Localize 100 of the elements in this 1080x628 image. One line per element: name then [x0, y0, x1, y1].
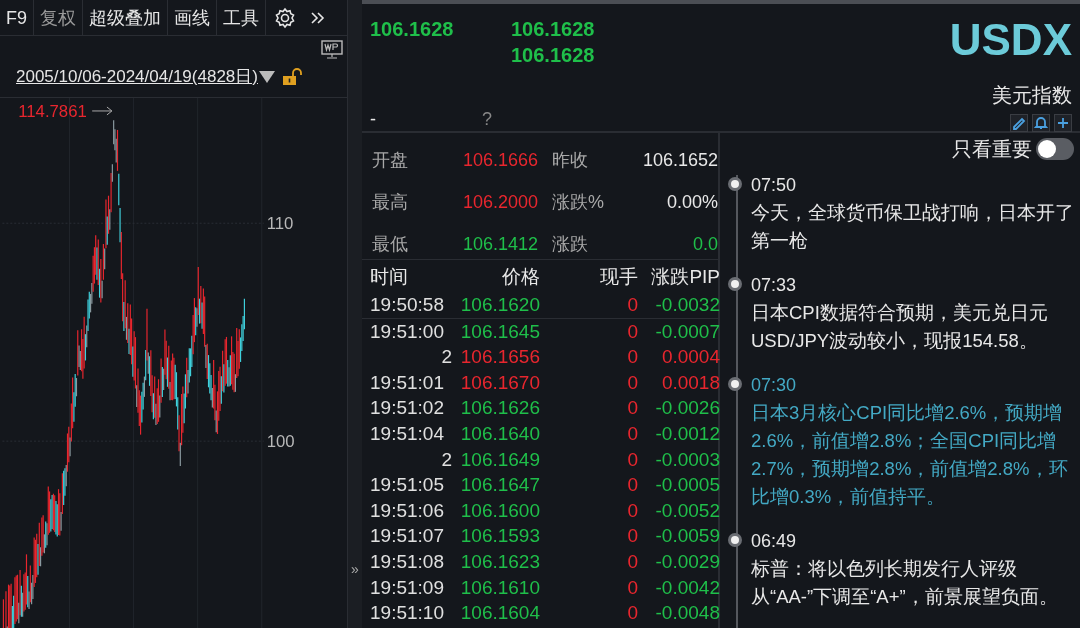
table-cell-text: 0	[626, 549, 638, 574]
table-cell-text: -0.0048	[654, 601, 720, 626]
lock-icon[interactable]	[281, 67, 302, 86]
stat-label: 开盘	[372, 149, 409, 172]
stat-label: 涨跌	[552, 233, 589, 256]
table-cell-text: 19:51:04	[370, 421, 445, 446]
timeline-dot	[728, 533, 742, 547]
table-cell-text: 106.1626	[459, 396, 540, 421]
table-cell-text: 19:51:00	[370, 319, 445, 344]
edit-icon[interactable]	[1010, 114, 1028, 132]
toolbar-button[interactable]: F9	[0, 0, 34, 36]
axis-label: 100	[266, 431, 295, 451]
axis-label: 110	[266, 213, 294, 233]
column-header: 现手	[599, 265, 638, 289]
table-cell-text: 0.0018	[660, 370, 720, 395]
stat-value: 106.1412	[461, 233, 539, 256]
stat-value: 0.00%	[665, 191, 719, 214]
table-cell-text: 0	[626, 370, 638, 395]
arrow-icon	[91, 106, 113, 115]
table-cell-text: 19:51:07	[370, 524, 445, 549]
table-cell-text: 106.1670	[459, 370, 540, 395]
table-cell-text: -0.0032	[654, 293, 720, 317]
timeline-dot	[728, 277, 742, 291]
timeline-dot	[728, 377, 742, 391]
table-cell-text: 106.1656	[459, 345, 540, 370]
table-cell-text: 19:50:58	[370, 293, 445, 317]
stat-value: 0.0	[691, 233, 719, 256]
stat-label: 最高	[372, 191, 409, 214]
dropdown-icon[interactable]	[257, 69, 276, 84]
settings-icon[interactable]	[274, 6, 296, 29]
instrument-name: 美元指数	[992, 83, 1072, 108]
table-cell-text: 0	[626, 473, 638, 498]
table-cell-text: -0.0029	[654, 549, 720, 574]
news-time: 07:33	[751, 274, 798, 297]
stat-label: 昨收	[552, 149, 589, 172]
filter-label: 只看重要	[952, 137, 1032, 162]
more-icon[interactable]	[310, 10, 326, 25]
expand-button[interactable]: »	[351, 559, 359, 580]
table-cell-text: 106.1593	[459, 524, 540, 549]
dash-text: -	[370, 108, 376, 131]
table-cell-text: 106.1604	[459, 601, 540, 626]
table-cell-text: 0	[626, 498, 638, 523]
table-cell-text: 106.1640	[459, 421, 540, 446]
bid-price: 106.1628	[511, 17, 595, 42]
table-cell-text: 106.1623	[459, 549, 540, 574]
table-cell-text: -0.0026	[654, 396, 720, 421]
table-cell-text: -0.0012	[654, 421, 720, 446]
stat-value: 106.2000	[461, 191, 539, 214]
table-cell-text: 106.1610	[459, 575, 540, 600]
column-header: 时间	[370, 265, 409, 289]
table-cell-text: 19:51:02	[370, 396, 445, 421]
column-header: 涨跌PIP	[650, 265, 720, 289]
table-cell-text: 19:51:08	[370, 549, 445, 574]
table-cell-text: 0	[626, 447, 638, 472]
toolbar-button[interactable]: 工具	[217, 0, 266, 36]
table-cell-text: 106.1620	[459, 293, 540, 317]
news-text[interactable]: 标普：将以色列长期发行人评级从“AA-”下调至“A+”，前景展望负面。	[751, 555, 1074, 611]
table-cell-text: 19:51:06	[370, 498, 445, 523]
toolbar-button[interactable]: 画线	[168, 0, 217, 36]
table-cell-text: 106.1649	[459, 447, 540, 472]
news-text[interactable]: 日本3月核心CPI同比增2.6%，预期增2.6%，前值增2.8%；全国CPI同比增2.7%，预期增2.8%，前值增2.8%，环比增0.3%，前值持平。	[751, 399, 1074, 511]
table-cell-text: 0	[626, 421, 638, 446]
high-price-label: 114.7861	[18, 101, 87, 121]
add-icon[interactable]	[1054, 114, 1072, 132]
bell-icon[interactable]	[1032, 114, 1050, 132]
table-cell-text: 0	[626, 345, 638, 370]
table-cell-text: 0	[626, 601, 638, 626]
table-cell-text: 0	[626, 575, 638, 600]
table-cell-text: -0.0007	[654, 319, 720, 344]
table-cell-text: 106.1647	[459, 473, 540, 498]
table-cell-text: 0	[626, 396, 638, 421]
table-cell-text: -0.0059	[654, 524, 720, 549]
table-cell-text: 19:51:10	[370, 601, 445, 626]
table-cell-text: 0	[626, 293, 638, 317]
monitor-icon[interactable]	[321, 40, 343, 60]
stat-value: 106.1666	[461, 149, 539, 172]
table-cell-text: -0.0003	[654, 447, 720, 472]
news-time: 07:50	[751, 174, 798, 197]
stat-label: 最低	[372, 233, 409, 256]
timeline-dot	[728, 177, 742, 191]
stat-value: 106.1652	[641, 149, 719, 172]
news-text[interactable]: 今天，全球货币保卫战打响，日本开了第一枪	[751, 199, 1074, 255]
last-price: 106.1628	[370, 17, 455, 42]
ask-price: 106.1628	[511, 43, 595, 68]
table-cell-text: 106.1645	[459, 319, 540, 344]
table-cell-text: 0	[626, 319, 638, 344]
table-cell-text: -0.0005	[654, 473, 720, 498]
toggle-switch[interactable]	[1036, 138, 1074, 160]
news-text[interactable]: 日本CPI数据符合预期，美元兑日元USD/JPY波动较小，现报154.58。	[751, 299, 1074, 355]
news-time: 07:30	[751, 374, 798, 397]
toolbar-button[interactable]: 超级叠加	[83, 0, 168, 36]
date-range-link[interactable]: 2005/10/06-2024/04/19(4828日)	[16, 64, 258, 90]
stat-label: 涨跌%	[552, 191, 605, 214]
table-cell-text: 2	[440, 447, 452, 472]
column-header: 价格	[501, 265, 540, 289]
table-cell-text: -0.0052	[654, 498, 720, 523]
news-time: 06:49	[751, 530, 798, 553]
table-cell-text: 0	[626, 524, 638, 549]
table-cell-text: 19:51:09	[370, 575, 445, 600]
symbol-title: USDX	[949, 18, 1072, 62]
